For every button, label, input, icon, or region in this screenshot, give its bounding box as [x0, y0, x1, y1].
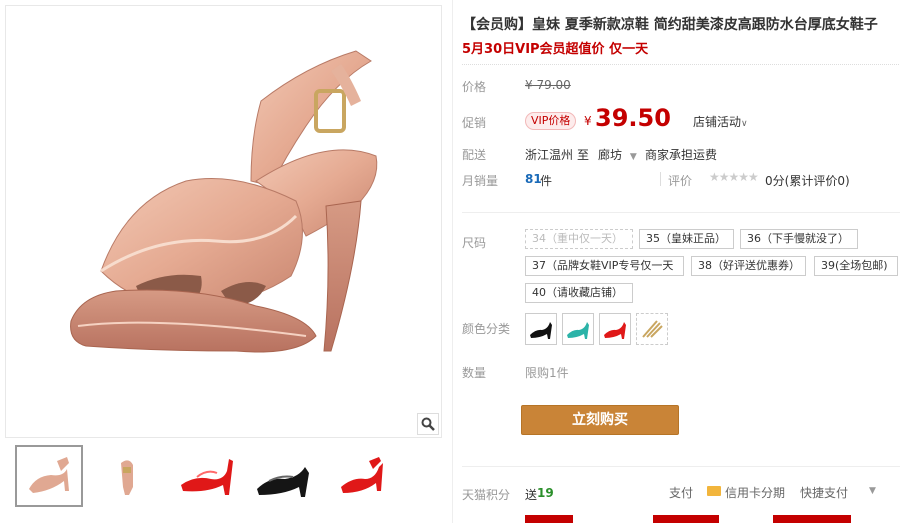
points-value: 19 [537, 486, 554, 500]
zoom-button[interactable] [417, 413, 439, 435]
service-badge [773, 515, 851, 523]
ship-to-city: 廊坊 [598, 148, 623, 162]
quantity-limit: 限购1件 [525, 366, 569, 380]
teal-sandal-swatch-icon [567, 322, 589, 339]
ship-to-select[interactable]: 廊坊 ▼ [598, 146, 637, 163]
thumbnail-nude-sandal-back [121, 460, 133, 495]
size-option-35[interactable]: 35（皇妹正品） [639, 229, 734, 249]
size-option-40[interactable]: 40（请收藏店铺） [525, 283, 633, 303]
shipping-label: 配送 [462, 148, 487, 162]
ship-from: 浙江温州 [525, 148, 574, 162]
credit-installment-option[interactable]: 信用卡分期 [725, 484, 785, 501]
sales-label: 月销量 [462, 174, 499, 188]
main-product-image[interactable] [5, 5, 442, 438]
size-option-39[interactable]: 39(全场包邮) [814, 256, 898, 276]
color-swatch-gold[interactable] [636, 313, 668, 345]
black-sandal-swatch-icon [530, 322, 552, 339]
caret-down-icon: ▼ [629, 152, 637, 162]
size-option-34[interactable]: 34（重中仅一天） [525, 229, 633, 249]
service-badge [653, 515, 719, 523]
thumbnail-nude-sandal [29, 457, 69, 493]
thumbnail-1[interactable] [15, 445, 83, 507]
currency-symbol: ¥ [584, 114, 592, 128]
product-info-panel: 【会员购】皇妹 夏季新款凉鞋 简约甜美漆皮高跟防水台厚底女鞋子 5月30日VIP… [452, 0, 900, 523]
divider [462, 466, 900, 467]
original-price: ¥ 79.00 [525, 78, 571, 92]
thumbnail-2[interactable] [93, 445, 161, 507]
size-option-37[interactable]: 37（品牌女鞋VIP专号仅一天 [525, 256, 684, 276]
product-gallery [5, 5, 442, 523]
thumbnail-strip [5, 445, 442, 515]
gold-sandal-swatch-icon [642, 320, 663, 338]
thumbnail-red-sandal [181, 459, 233, 495]
price-label: 价格 [462, 80, 487, 94]
divider [462, 64, 900, 65]
review-label: 评价 [668, 174, 693, 188]
caret-down-icon[interactable]: ▼ [869, 486, 876, 496]
thumbnail-5[interactable] [327, 445, 395, 507]
red-sandal-swatch-icon [604, 322, 626, 339]
shipping-fee: 商家承担运费 [645, 148, 718, 162]
promo-line: 5月30日VIP会员超值价 仅一天 [462, 42, 649, 57]
rating-stars: ★★★★★ [709, 170, 759, 184]
product-title: 【会员购】皇妹 夏季新款凉鞋 简约甜美漆皮高跟防水台厚底女鞋子 [462, 17, 878, 33]
color-label: 颜色分类 [462, 322, 511, 336]
review-value[interactable]: 0分(累计评价0) [765, 172, 850, 189]
pay-option[interactable]: 支付 [669, 484, 693, 501]
promo-label: 促销 [462, 116, 487, 130]
points-give: 送 [525, 488, 538, 502]
points-label: 天猫积分 [462, 488, 511, 502]
current-price: 39.50 [595, 104, 671, 132]
shop-activity-dropdown[interactable]: 店铺活动∨ [693, 113, 748, 130]
chevron-down-icon: ∨ [741, 119, 748, 129]
sandal-image [70, 50, 378, 353]
quick-pay-option[interactable]: 快捷支付 [800, 484, 848, 501]
size-option-38[interactable]: 38（好评送优惠券） [691, 256, 806, 276]
color-swatch-teal[interactable] [562, 313, 594, 345]
magnifier-icon [421, 417, 435, 431]
service-badge [525, 515, 573, 523]
color-swatch-red[interactable] [599, 313, 631, 345]
thumbnail-3[interactable] [171, 445, 239, 507]
vip-price-tag: VIP价格 [525, 112, 577, 130]
thumbnail-4[interactable] [249, 445, 317, 507]
credit-card-icon [707, 486, 721, 496]
thumbnail-black-sandal [257, 467, 309, 497]
divider [660, 172, 661, 186]
size-label: 尺码 [462, 236, 487, 250]
sold-unit: 件 [540, 174, 553, 188]
color-swatch-black[interactable] [525, 313, 557, 345]
divider [462, 212, 900, 213]
thumbnail-red-sandal-side [341, 457, 383, 493]
ship-to-word: 至 [577, 148, 590, 162]
quantity-label: 数量 [462, 366, 487, 380]
buy-now-button[interactable]: 立刻购买 [521, 405, 679, 435]
size-option-36[interactable]: 36（下手慢就没了） [740, 229, 858, 249]
shop-activity-label: 店铺活动 [693, 115, 742, 129]
